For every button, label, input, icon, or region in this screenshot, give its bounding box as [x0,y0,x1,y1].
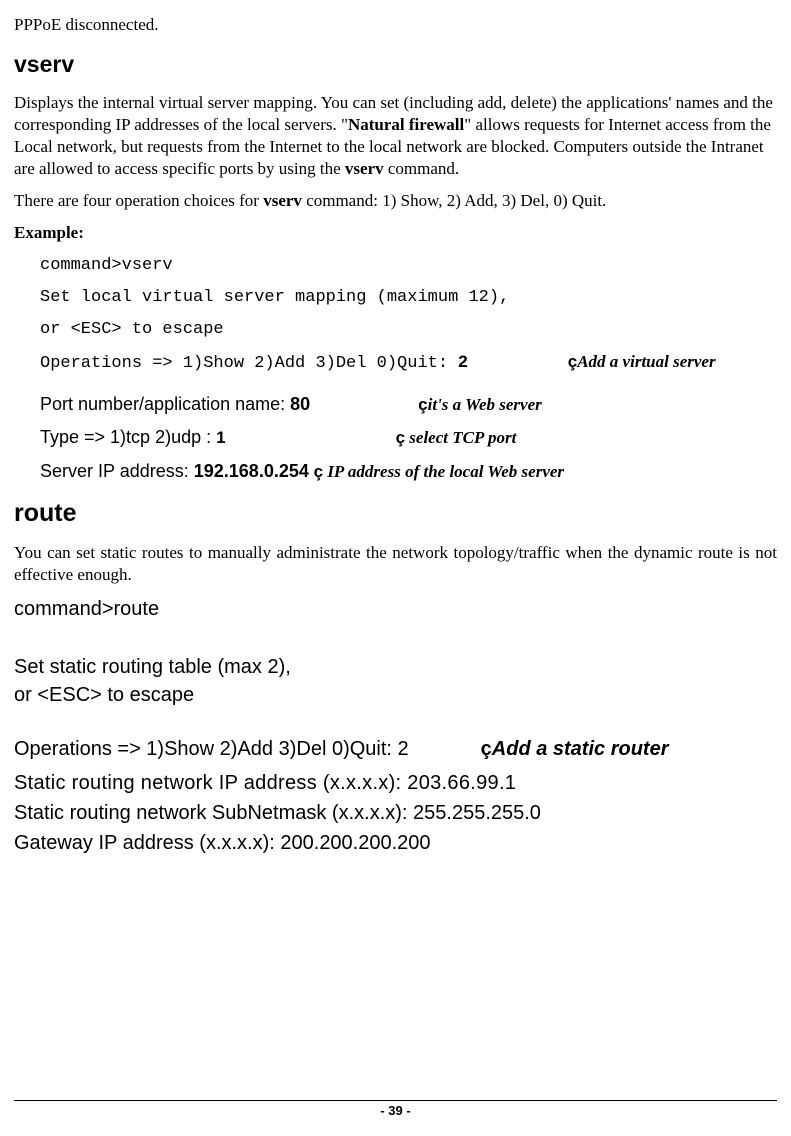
vserv-line-4: Operations => 1)Show 2)Add 3)Del 0)Quit:… [40,351,777,375]
vserv-line-5: Port number/application name: 80 çit's a … [40,393,777,416]
arrow-left-icon: ç [396,428,405,447]
route-line-2: Set static routing table (max 2), [14,654,777,680]
prompt: Operations => 1)Show 2)Add 3)Del 0)Quit:… [14,738,409,760]
spacer [14,632,777,648]
vserv-line-7: Server IP address: 192.168.0.254 ç IP ad… [40,460,777,483]
term-vserv: vserv [263,191,302,210]
term-natural-firewall: Natural firewall [348,115,464,134]
example-label: Example: [14,222,777,244]
arrow-left-icon: ç [481,738,492,760]
annotation: Add a static router [492,738,669,760]
footer-rule [14,1100,777,1101]
page-footer: - 39 - [0,1100,791,1120]
arrow-left-icon: ç [309,462,323,481]
vserv-line-6: Type => 1)tcp 2)udp : 1 ç select TCP port [40,426,777,449]
text: There are four operation choices for [14,191,263,210]
prompt: Operations => 1)Show 2)Add 3)Del 0)Quit: [40,354,458,373]
spacer [14,708,777,730]
vserv-line-1: command>vserv [40,255,777,277]
route-line-6: Static routing network SubNetmask (x.x.x… [14,800,777,826]
heading-route: route [14,497,777,530]
arrow-left-icon: ç [418,395,427,414]
route-line-5: Static routing network IP address (x.x.x… [14,770,777,796]
user-input: 192.168.0.254 [194,461,309,481]
vserv-desc-2: There are four operation choices for vse… [14,190,777,212]
prompt: Type => 1)tcp 2)udp : [40,427,216,447]
annotation: it's a Web server [428,395,542,414]
text: command. [384,159,460,178]
route-line-1: command>route [14,596,777,622]
page-number: - 39 - [0,1103,791,1120]
route-line-7: Gateway IP address (x.x.x.x): 200.200.20… [14,830,777,856]
term-vserv: vserv [345,159,384,178]
user-input: 1 [216,428,225,447]
vserv-line-3: or <ESC> to escape [40,319,777,341]
route-line-4: Operations => 1)Show 2)Add 3)Del 0)Quit:… [14,736,777,762]
user-input: 2 [458,352,467,371]
prompt: Port number/application name: [40,394,290,414]
prompt: Server IP address: [40,461,194,481]
annotation: IP address of the local Web server [323,462,564,481]
text: command: 1) Show, 2) Add, 3) Del, 0) Qui… [302,191,606,210]
top-line: PPPoE disconnected. [14,14,777,36]
annotation: Add a virtual server [577,352,715,371]
user-input: 80 [290,394,310,414]
vserv-desc-1: Displays the internal virtual server map… [14,92,777,180]
heading-vserv: vserv [14,50,777,80]
vserv-line-2: Set local virtual server mapping (maximu… [40,287,777,309]
route-desc: You can set static routes to manually ad… [14,542,777,586]
route-line-3: or <ESC> to escape [14,682,777,708]
arrow-left-icon: ç [568,352,577,371]
annotation: select TCP port [405,428,516,447]
